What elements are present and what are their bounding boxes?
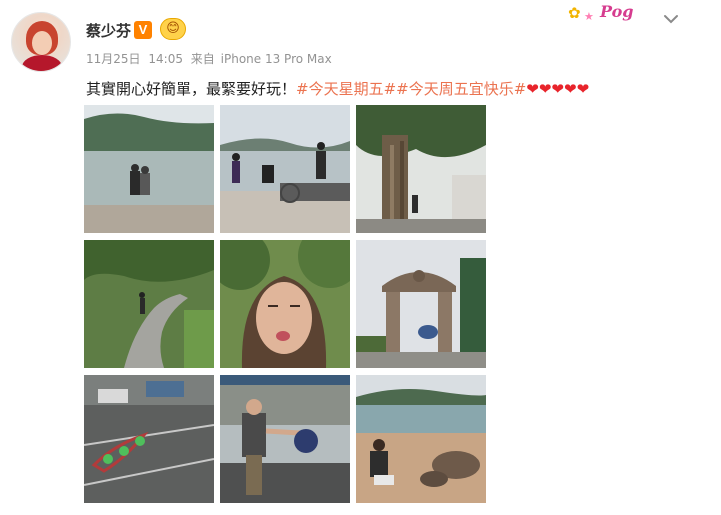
post-text: 其實開心好簡單，最緊要好玩！#今天星期五##今天周五宜快乐#❤❤❤❤❤ <box>86 78 589 99</box>
fan-badge-icon[interactable]: 😊 <box>160 18 186 40</box>
post-time[interactable]: 14:05 <box>148 52 183 66</box>
photo-person-on-trail[interactable] <box>84 240 214 368</box>
decoration-sticker: ✿ ★ Pog <box>566 0 650 28</box>
post-body: 其實開心好簡單，最緊要好玩！ <box>86 80 297 98</box>
hashtag-friday[interactable]: #今天星期五# <box>296 80 396 98</box>
photo-grid <box>84 105 486 505</box>
username[interactable]: 蔡少芬 <box>86 20 131 41</box>
flower-icon: ✿ <box>568 4 581 22</box>
photo-kissing-face-selfie[interactable] <box>220 240 350 368</box>
star-icon: ★ <box>584 10 594 23</box>
post-date[interactable]: 11月25日 <box>86 52 141 66</box>
photo-couple-on-seawall[interactable] <box>84 105 214 233</box>
source-prefix: 来自 <box>190 52 215 66</box>
photo-man-playing-with-child[interactable] <box>220 375 350 503</box>
source-device[interactable]: iPhone 13 Pro Max <box>221 52 332 66</box>
avatar[interactable] <box>11 12 71 72</box>
hearts-emoji: ❤❤❤❤❤ <box>526 80 590 98</box>
photo-stone-archway[interactable] <box>356 240 486 368</box>
post-meta: 11月25日 14:05 来自 iPhone 13 Pro Max <box>86 50 336 67</box>
hashtag-happy-friday[interactable]: #今天周五宜快乐# <box>396 80 526 98</box>
chevron-down-icon[interactable] <box>662 10 680 28</box>
photo-people-at-pier[interactable] <box>220 105 350 233</box>
photo-man-at-beach-rocks[interactable] <box>356 375 486 503</box>
sticker-text: Pog <box>600 2 634 21</box>
photo-hopscotch-ground[interactable] <box>84 375 214 503</box>
photo-banyan-tree-path[interactable] <box>356 105 486 233</box>
verified-badge-icon[interactable]: V <box>134 21 152 39</box>
weibo-post: 蔡少芬 V 😊 11月25日 14:05 来自 iPhone 13 Pro Ma… <box>0 0 721 515</box>
